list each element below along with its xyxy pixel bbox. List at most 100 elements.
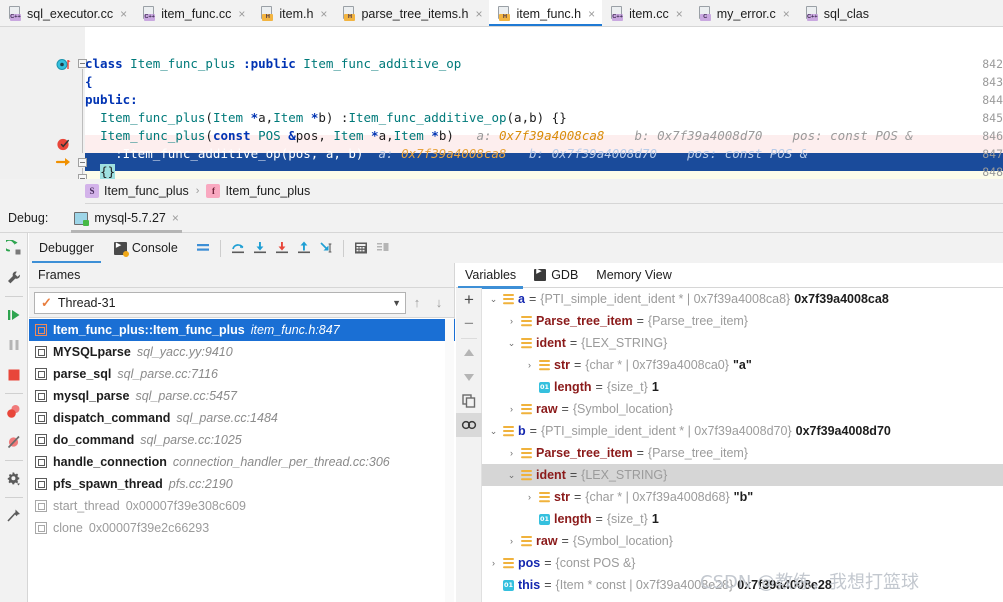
code-editor[interactable]: 842 843 844 845 846 847 848 class Item_f… [0, 27, 1003, 179]
run-to-cursor-button[interactable] [315, 237, 337, 259]
remove-watch-button[interactable]: − [456, 312, 482, 336]
breakpoint-group-icon[interactable] [56, 58, 72, 74]
frame-list[interactable]: Item_func_plus::Item_func_plus item_func.… [29, 319, 455, 602]
editor-tab-my-error-c[interactable]: Cmy_error.c × [690, 0, 797, 26]
tab-gdb[interactable]: GDB [525, 263, 587, 288]
mute-breakpoints-button[interactable] [0, 427, 28, 457]
move-watch-down-button[interactable] [456, 365, 482, 389]
editor-tab-parse-tree-items-h[interactable]: Hparse_tree_items.h × [334, 0, 489, 26]
variables-tree[interactable]: ⌄ a = {PTI_simple_ident_ident * | 0x7f39a40… [482, 288, 1003, 602]
editor-tab-sql-executor-cc[interactable]: C++ sql_executor.cc × [0, 0, 134, 26]
code-line-848[interactable]: {} [85, 163, 116, 179]
code-line-843[interactable]: { [85, 73, 93, 91]
frame-list-item[interactable]: parse_sql sql_parse.cc:7116 [29, 363, 455, 385]
variable-row[interactable]: 01 length = {size_t} 1 [482, 376, 1003, 398]
variable-row[interactable]: › pos = {const POS &} [482, 552, 1003, 574]
close-icon[interactable]: × [172, 211, 179, 225]
gear-icon[interactable] [0, 464, 28, 494]
chevron-down-icon[interactable]: ⌄ [488, 420, 499, 442]
breadcrumb-item-class[interactable]: S Item_func_plus [85, 184, 189, 198]
variable-row[interactable]: › str = {char * | 0x7f39a4008d68} "b" [482, 486, 1003, 508]
stop-program-button[interactable] [0, 360, 28, 390]
frame-list-item[interactable]: clone 0x00007f39e2c66293 [29, 517, 455, 539]
tab-variables[interactable]: Variables [456, 263, 525, 289]
step-out-button[interactable] [293, 237, 315, 259]
code-line-845[interactable]: Item_func_plus(Item *a,Item *b) :Item_fu… [85, 109, 567, 127]
view-breakpoints-button[interactable] [0, 397, 28, 427]
evaluate-expression-button[interactable] [350, 237, 372, 259]
variable-row[interactable]: ⌄ ident = {LEX_STRING} [482, 464, 1003, 486]
variable-row[interactable]: › raw = {Symbol_location} [482, 398, 1003, 420]
editor-tab-item-func-cc[interactable]: C++ item_func.cc × [134, 0, 252, 26]
chevron-right-icon[interactable]: › [524, 354, 535, 376]
frames-scrollbar[interactable] [445, 319, 454, 602]
frame-list-item[interactable]: do_command sql_parse.cc:1025 [29, 429, 455, 451]
variable-row[interactable]: › Parse_tree_item = {Parse_tree_item} [482, 442, 1003, 464]
code-line-842[interactable]: class Item_func_plus :public Item_func_a… [85, 55, 461, 73]
close-icon[interactable]: × [676, 8, 683, 20]
breakpoint-verified-icon[interactable] [56, 136, 72, 152]
chevron-down-icon[interactable]: ⌄ [506, 332, 517, 354]
editor-tab-item-func-h[interactable]: Hitem_func.h × [489, 0, 603, 26]
chevron-down-icon[interactable]: ⌄ [488, 288, 499, 310]
chevron-right-icon[interactable]: › [524, 486, 535, 508]
chevron-right-icon[interactable]: › [506, 530, 517, 552]
frame-list-item[interactable]: MYSQLparse sql_yacc.yy:9410 [29, 341, 455, 363]
editor-tab-sql-clas[interactable]: C++ sql_clas [797, 0, 876, 26]
code-line-844[interactable]: public: [85, 91, 138, 109]
chevron-down-icon[interactable]: ⌄ [506, 464, 517, 486]
editor-tab-item-cc[interactable]: C++ item.cc × [602, 0, 690, 26]
variable-row[interactable]: › raw = {Symbol_location} [482, 530, 1003, 552]
tab-console[interactable]: Console [104, 233, 188, 263]
frame-list-item[interactable]: handle_connection connection_handler_per_… [29, 451, 455, 473]
variable-row[interactable]: ⌄ ident = {LEX_STRING} [482, 332, 1003, 354]
variable-type: {LEX_STRING} [581, 336, 668, 350]
variable-row[interactable]: ⌄ a = {PTI_simple_ident_ident * | 0x7f39a40… [482, 288, 1003, 310]
close-icon[interactable]: × [320, 8, 327, 20]
move-watch-up-button[interactable] [456, 341, 482, 365]
variable-row[interactable]: › str = {char * | 0x7f39a4008ca0} "a" [482, 354, 1003, 376]
frame-list-item[interactable]: start_thread 0x00007f39e308c609 [29, 495, 455, 517]
variable-row[interactable]: 01 length = {size_t} 1 [482, 508, 1003, 530]
chevron-right-icon[interactable]: › [506, 442, 517, 464]
close-icon[interactable]: × [783, 8, 790, 20]
code-line-846[interactable]: Item_func_plus(const POS &pos, Item *a,I… [85, 127, 913, 145]
variable-row[interactable]: 01 this = {Item * const | 0x7f39a4008e28} 0x… [482, 574, 1003, 596]
frame-list-item[interactable]: dispatch_command sql_parse.cc:1484 [29, 407, 455, 429]
frame-down-button[interactable]: ↓ [428, 292, 450, 314]
chevron-right-icon[interactable]: › [488, 552, 499, 574]
frame-list-item[interactable]: Item_func_plus::Item_func_plus item_func.… [29, 319, 455, 341]
thread-dropdown[interactable]: ✓ Thread-31 ▼ [34, 291, 406, 314]
layout-settings-button[interactable] [372, 237, 394, 259]
editor-tab-item-h[interactable]: Hitem.h × [252, 0, 334, 26]
chevron-right-icon[interactable]: › [506, 310, 517, 332]
rerun-button[interactable] [0, 233, 28, 263]
editor-gutter-linenumbers[interactable] [0, 27, 28, 179]
inline-watches-toggle[interactable] [456, 413, 482, 437]
frame-list-item[interactable]: pfs_spawn_thread pfs.cc:2190 [29, 473, 455, 495]
close-icon[interactable]: × [475, 8, 482, 20]
pin-tab-button[interactable] [0, 501, 28, 531]
breadcrumb-item-function[interactable]: f Item_func_plus [206, 184, 310, 198]
show-layout-button[interactable] [192, 237, 214, 259]
copy-value-button[interactable] [456, 389, 482, 413]
resume-program-button[interactable] [0, 300, 28, 330]
code-line-847[interactable]: :Item_func_additive_op(pos, a, b) a: 0x7… [85, 145, 807, 163]
frame-up-button[interactable]: ↑ [406, 292, 428, 314]
chevron-right-icon[interactable]: › [506, 398, 517, 420]
variable-row[interactable]: › Parse_tree_item = {Parse_tree_item} [482, 310, 1003, 332]
close-icon[interactable]: × [120, 8, 127, 20]
step-into-button[interactable] [249, 237, 271, 259]
add-watch-button[interactable]: + [456, 288, 482, 312]
pause-program-button[interactable] [0, 330, 28, 360]
force-step-into-button[interactable] [271, 237, 293, 259]
settings-wrench-button[interactable] [0, 263, 28, 293]
frame-list-item[interactable]: mysql_parse sql_parse.cc:5457 [29, 385, 455, 407]
close-icon[interactable]: × [238, 8, 245, 20]
step-over-button[interactable] [227, 237, 249, 259]
tab-memory-view[interactable]: Memory View [587, 263, 680, 288]
run-configuration-tab[interactable]: mysql-5.7.27 × [66, 204, 187, 233]
tab-debugger[interactable]: Debugger [29, 233, 104, 263]
close-icon[interactable]: × [588, 8, 595, 20]
variable-row[interactable]: ⌄ b = {PTI_simple_ident_ident * | 0x7f39a40… [482, 420, 1003, 442]
